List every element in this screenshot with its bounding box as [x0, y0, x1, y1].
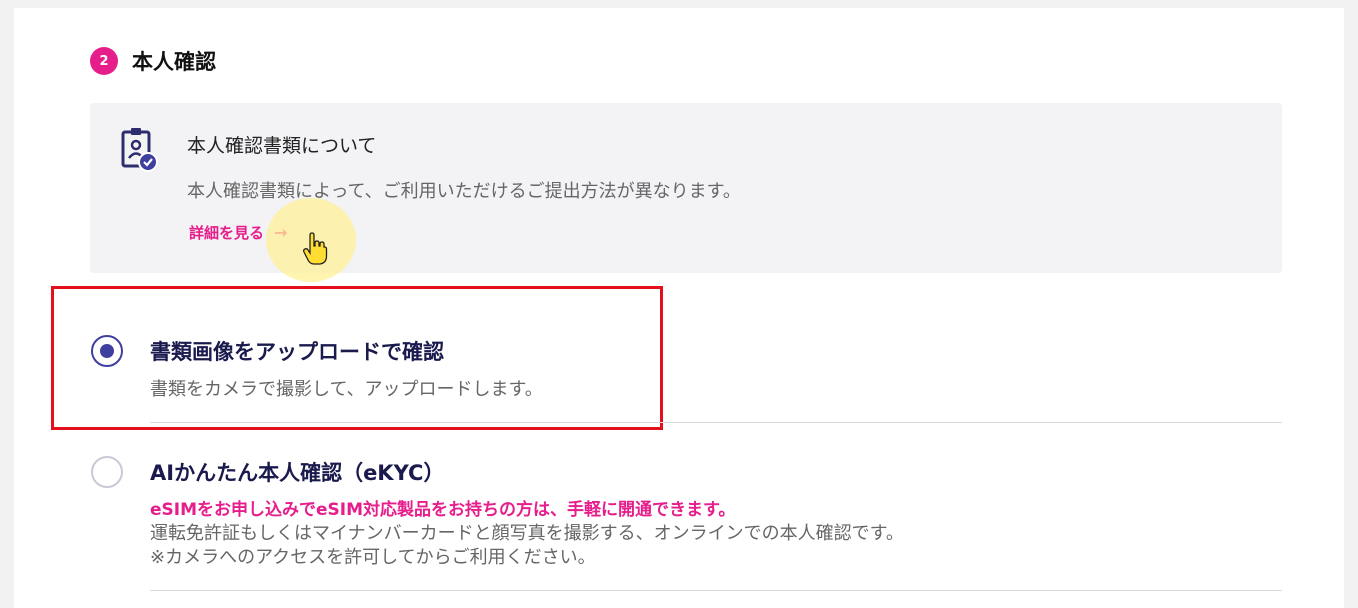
ekyc-option-radio[interactable] — [91, 456, 123, 488]
details-link-label: 詳細を見る — [189, 224, 265, 242]
ekyc-option-note: ※カメラへのアクセスを許可してからご利用ください。 — [150, 547, 596, 568]
info-description: 本人確認書類によって、ご利用いただけるご提出方法が異なります。 — [187, 181, 741, 202]
upload-option-title[interactable]: 書類画像をアップロードで確認 — [150, 336, 444, 366]
info-title: 本人確認書類について — [187, 135, 377, 157]
ekyc-option-title[interactable]: AIかんたん本人確認（eKYC） — [150, 457, 444, 487]
upload-option-radio[interactable] — [91, 335, 123, 367]
step-header: 2 本人確認 — [90, 46, 216, 76]
step-number-badge: 2 — [90, 47, 118, 75]
id-document-check-icon — [121, 128, 158, 172]
upload-option-description: 書類をカメラで撮影して、アップロードします。 — [150, 379, 543, 400]
step-title: 本人確認 — [132, 50, 216, 74]
option-divider — [150, 422, 1282, 423]
ekyc-option-description: 運転免許証もしくはマイナンバーカードと顔写真を撮影する、オンラインでの本人確認で… — [150, 523, 904, 544]
ekyc-option-highlight: eSIMをお申し込みでeSIM対応製品をお持ちの方は、手軽に開通できます。 — [150, 500, 736, 520]
hand-pointer-icon — [303, 232, 328, 265]
option-divider — [150, 590, 1282, 591]
